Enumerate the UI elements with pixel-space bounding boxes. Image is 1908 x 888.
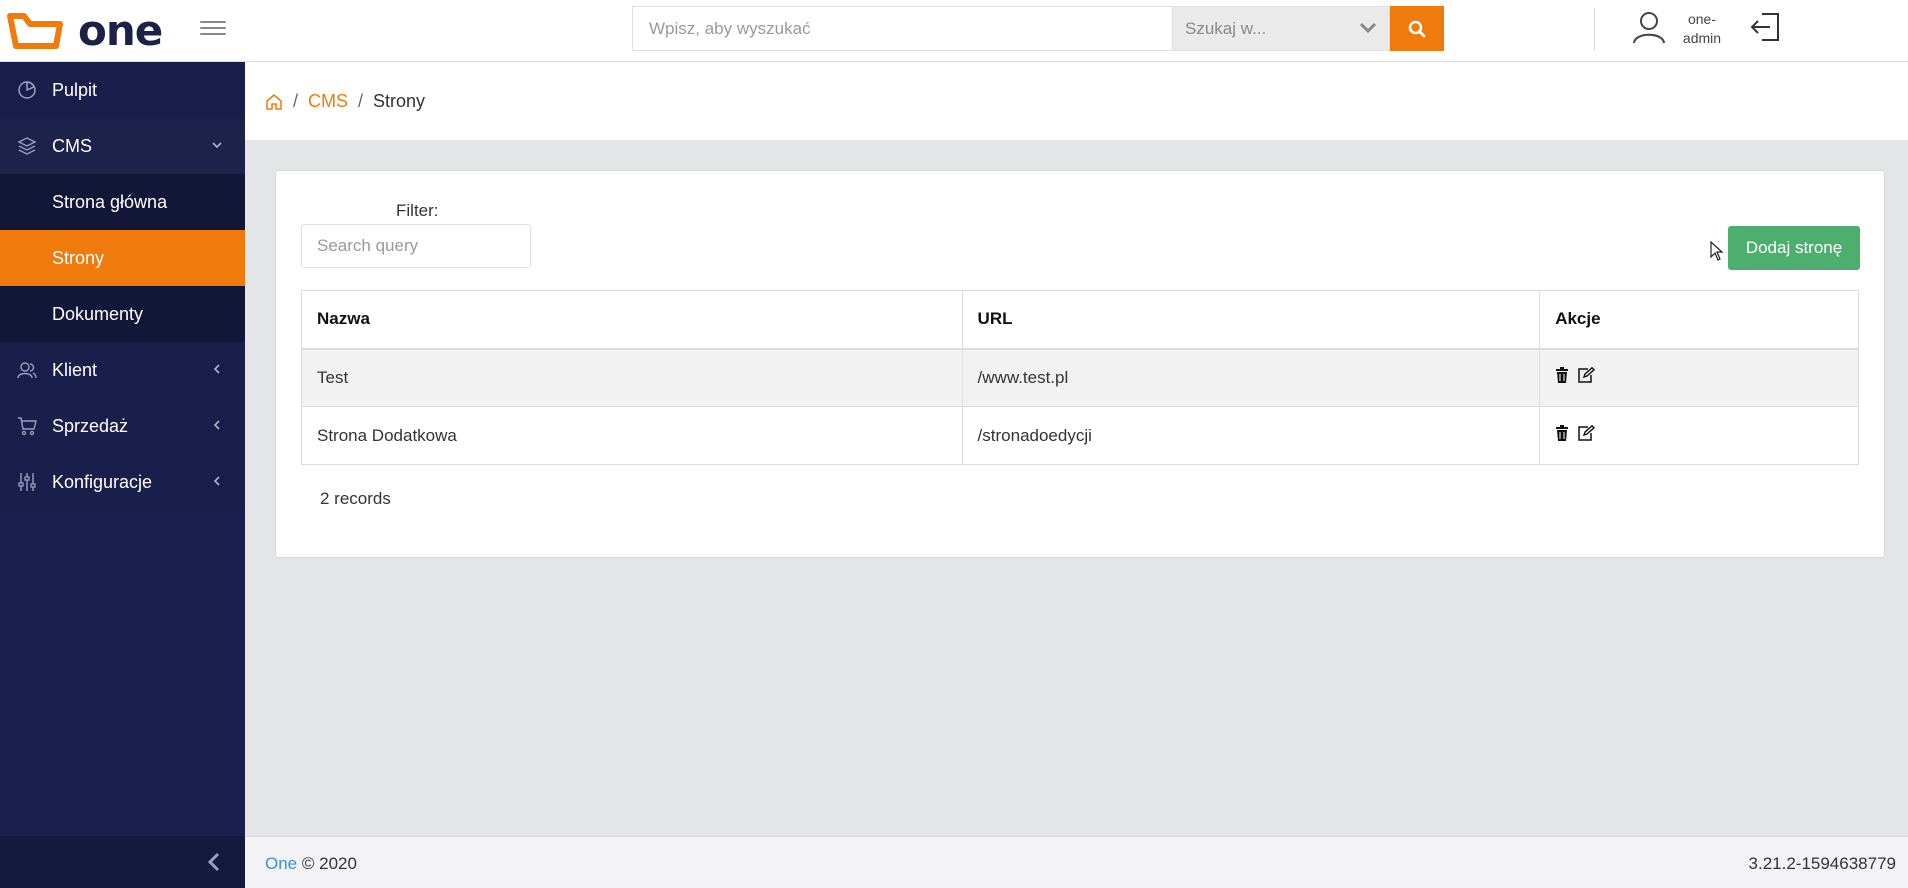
column-header-nazwa[interactable]: Nazwa xyxy=(301,290,963,350)
sidebar: Pulpit CMS Strona główna Strony Dokument… xyxy=(0,62,245,888)
pages-table: Nazwa URL Akcje Test /www.test.pl Strona… xyxy=(301,290,1859,465)
user-icon[interactable] xyxy=(1632,10,1666,44)
breadcrumb-cms-link[interactable]: CMS xyxy=(308,91,348,112)
chevron-down-icon xyxy=(1359,22,1377,34)
mouse-cursor-icon xyxy=(1710,241,1724,261)
cell-name: Strona Dodatkowa xyxy=(301,406,963,465)
header-divider xyxy=(1594,8,1595,50)
dashboard-icon xyxy=(18,81,36,99)
sidebar-item-cms[interactable]: CMS xyxy=(0,118,245,174)
breadcrumb-separator: / xyxy=(293,91,299,111)
search-input[interactable] xyxy=(632,6,1172,51)
column-header-akcje: Akcje xyxy=(1539,290,1859,350)
chevron-down-icon xyxy=(212,142,222,149)
home-icon[interactable] xyxy=(265,93,283,111)
layers-icon xyxy=(17,137,37,155)
footer: One © 2020 3.21.2-1594638779 xyxy=(245,836,1908,888)
menu-toggle-icon[interactable] xyxy=(200,17,226,39)
footer-version: 3.21.2-1594638779 xyxy=(1748,854,1896,873)
sliders-icon xyxy=(18,473,36,491)
footer-copyright-text: © 2020 xyxy=(301,854,357,873)
chevron-left-icon xyxy=(213,420,220,430)
user-name[interactable]: one- admin xyxy=(1672,10,1732,48)
sidebar-item-label: Klient xyxy=(52,359,98,380)
sidebar-item-label: Konfiguracje xyxy=(52,471,153,492)
chevron-left-icon xyxy=(213,364,220,374)
sidebar-item-konfiguracje[interactable]: Konfiguracje xyxy=(0,454,245,510)
delete-icon[interactable] xyxy=(1555,425,1569,446)
cell-actions xyxy=(1539,406,1859,465)
breadcrumb-bar: / CMS / Strony xyxy=(245,62,1908,140)
sidebar-collapse-bar xyxy=(0,836,245,888)
sidebar-subitem-strona-glowna[interactable]: Strona główna xyxy=(0,174,245,230)
cart-icon xyxy=(18,417,37,436)
cell-url: /www.test.pl xyxy=(961,348,1541,407)
search-icon xyxy=(1408,20,1426,37)
sidebar-item-klient[interactable]: Klient xyxy=(0,342,245,398)
logo[interactable]: one xyxy=(6,6,163,55)
delete-icon[interactable] xyxy=(1555,367,1569,388)
sidebar-subitem-strony[interactable]: Strony xyxy=(0,230,245,286)
search-scope-placeholder: Szukaj w... xyxy=(1185,18,1267,38)
search-scope-select[interactable]: Szukaj w... xyxy=(1172,6,1390,51)
cell-name: Test xyxy=(301,348,963,407)
search-button[interactable] xyxy=(1390,6,1444,51)
table-header-row: Nazwa URL Akcje xyxy=(301,290,1859,350)
breadcrumb-current: Strony xyxy=(373,91,426,111)
filter-label: Filter: xyxy=(396,201,439,220)
chevron-left-icon xyxy=(213,476,220,486)
sidebar-subitem-dokumenty[interactable]: Dokumenty xyxy=(0,286,245,342)
logo-text: one xyxy=(78,6,163,55)
logout-icon[interactable] xyxy=(1750,12,1780,42)
filter-search-input[interactable] xyxy=(301,224,531,268)
top-bar: one Szukaj w... one- admin xyxy=(0,0,1908,62)
users-icon xyxy=(17,362,37,379)
column-header-url[interactable]: URL xyxy=(961,290,1541,350)
breadcrumb-separator: / xyxy=(358,91,364,111)
edit-icon[interactable] xyxy=(1577,424,1596,446)
chevron-left-icon[interactable] xyxy=(206,852,222,872)
global-search: Szukaj w... xyxy=(632,6,1444,51)
cell-url: /stronadoedycji xyxy=(961,406,1541,465)
cell-actions xyxy=(1539,348,1859,407)
pages-card: Filter: Dodaj stronę Nazwa URL Akcje Tes… xyxy=(275,170,1885,558)
footer-copyright: One © 2020 xyxy=(265,854,357,874)
add-page-button[interactable]: Dodaj stronę xyxy=(1728,226,1860,270)
sidebar-item-label: CMS xyxy=(52,135,92,156)
table-row: Test /www.test.pl xyxy=(301,348,1859,407)
sidebar-item-label: Sprzedaż xyxy=(52,415,129,436)
breadcrumb: / CMS / Strony xyxy=(265,91,425,112)
records-count: 2 records xyxy=(320,489,391,508)
logo-mark-icon xyxy=(7,13,63,49)
sidebar-item-label: Pulpit xyxy=(52,79,98,100)
footer-brand-link[interactable]: One xyxy=(265,854,297,873)
edit-icon[interactable] xyxy=(1577,367,1596,388)
table-row: Strona Dodatkowa /stronadoedycji xyxy=(301,406,1859,465)
sidebar-item-pulpit[interactable]: Pulpit xyxy=(0,62,245,118)
sidebar-item-sprzedaz[interactable]: Sprzedaż xyxy=(0,398,245,454)
